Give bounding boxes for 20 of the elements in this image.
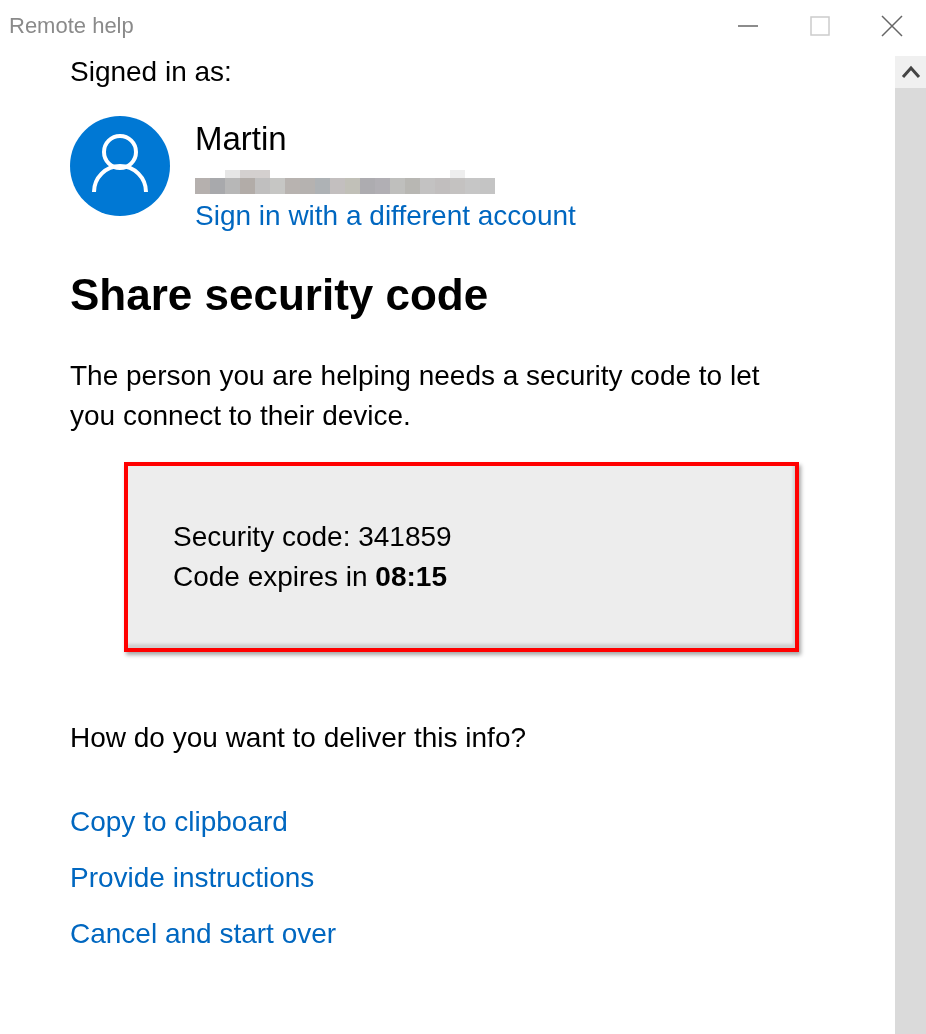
signed-in-label: Signed in as: [70,56,233,88]
scrollbar[interactable] [895,56,926,1034]
close-button[interactable] [880,14,904,38]
scroll-up-button[interactable] [895,56,926,88]
delivery-question: How do you want to deliver this info? [70,721,528,755]
code-line: Security code: 341859 [173,520,453,554]
delivery-option-link[interactable]: Provide instructions [70,862,315,894]
delivery-option-link[interactable]: Cancel and start over [70,918,337,950]
close-icon [881,15,903,37]
code-line: Code expires in 08:15 [173,560,448,594]
caret-up-icon [900,65,921,79]
different-account-link[interactable]: Sign in with a different account [195,200,576,232]
avatar-icon [70,116,170,216]
minimize-icon [737,24,759,28]
account-name: Martin [195,120,288,158]
section-title: Share security code [70,270,490,320]
window-title: Remote help [8,13,134,39]
maximize-icon [809,15,831,37]
delivery-option-link[interactable]: Copy to clipboard [70,806,288,838]
section-description: The person you are helping needs a security code to let you connect to their device. [70,359,761,433]
